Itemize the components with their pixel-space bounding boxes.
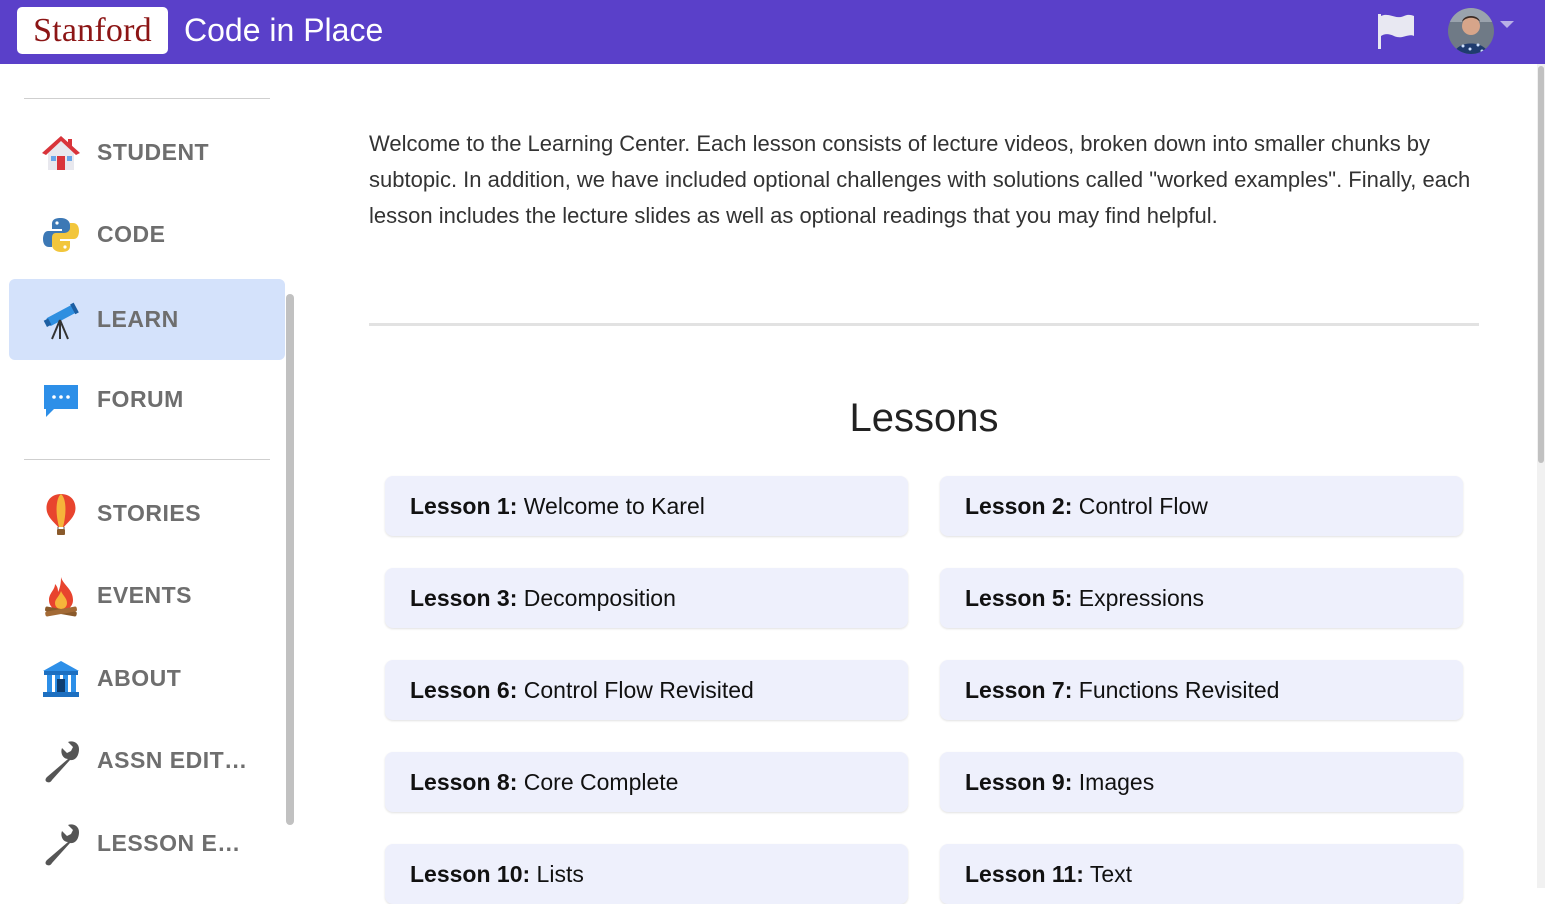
lesson-title: Lists xyxy=(536,860,584,887)
lesson-number: Lesson 5: xyxy=(965,584,1073,611)
lesson-title: Core Complete xyxy=(523,768,679,795)
sidebar-item-code[interactable]: CODE xyxy=(9,194,285,275)
sidebar-item-label: EVENTS xyxy=(97,582,193,608)
wrench-icon xyxy=(39,822,83,866)
sidebar-item-label: LEARN xyxy=(97,306,179,332)
sidebar-item-label: FORUM xyxy=(97,386,184,412)
wrench-icon xyxy=(39,739,83,783)
house-icon xyxy=(39,131,83,175)
telescope-icon xyxy=(39,298,83,342)
sidebar-divider xyxy=(24,459,270,460)
sidebar-item-assn-edit[interactable]: ASSN EDIT… xyxy=(9,720,285,801)
sidebar-item-label: ASSN EDIT… xyxy=(97,747,248,773)
lesson-card[interactable]: Lesson 3: Decomposition xyxy=(385,568,908,628)
lesson-title: Decomposition xyxy=(523,584,676,611)
sidebar-item-forum[interactable]: FORUM xyxy=(9,359,285,440)
sidebar-divider xyxy=(24,98,270,99)
lesson-number: Lesson 6: xyxy=(410,676,518,703)
intro-text: Welcome to the Learning Center. Each les… xyxy=(369,131,1471,228)
lesson-number: Lesson 10: xyxy=(410,860,531,887)
building-icon xyxy=(39,657,83,701)
sidebar-item-label: LESSON E… xyxy=(97,830,241,856)
lesson-title: Control Flow Revisited xyxy=(523,676,754,703)
stanford-logo[interactable]: Stanford xyxy=(17,7,168,54)
app-title[interactable]: Code in Place xyxy=(184,10,383,50)
lesson-number: Lesson 9: xyxy=(965,768,1073,795)
lesson-card[interactable]: Lesson 11: Text xyxy=(940,844,1463,904)
lesson-card[interactable]: Lesson 1: Welcome to Karel xyxy=(385,476,908,536)
lesson-card[interactable]: Lesson 10: Lists xyxy=(385,844,908,904)
lesson-number: Lesson 7: xyxy=(965,676,1073,703)
campfire-icon xyxy=(39,574,83,618)
sidebar-item-stories[interactable]: STORIES xyxy=(9,473,285,554)
lesson-title: Functions Revisited xyxy=(1078,676,1280,703)
lesson-title: Control Flow xyxy=(1078,492,1208,519)
balloon-icon xyxy=(39,492,83,536)
sidebar-scrollbar[interactable] xyxy=(286,294,294,825)
lesson-card[interactable]: Lesson 2: Control Flow xyxy=(940,476,1463,536)
sidebar-item-events[interactable]: EVENTS xyxy=(9,555,285,636)
logo-text: Stanford xyxy=(33,11,152,49)
avatar-image xyxy=(1448,8,1494,54)
lessons-heading: Lessons xyxy=(849,396,999,440)
sidebar-item-label: CODE xyxy=(97,221,166,247)
python-icon xyxy=(39,213,83,257)
lesson-card[interactable]: Lesson 5: Expressions xyxy=(940,568,1463,628)
lesson-title: Text xyxy=(1089,860,1133,887)
avatar[interactable] xyxy=(1448,8,1494,54)
lesson-number: Lesson 3: xyxy=(410,584,518,611)
page-scrollbar-thumb[interactable] xyxy=(1538,66,1544,463)
lesson-card[interactable]: Lesson 9: Images xyxy=(940,752,1463,812)
sidebar-item-label: ABOUT xyxy=(97,665,182,691)
lesson-number: Lesson 11: xyxy=(965,860,1084,887)
lesson-number: Lesson 2: xyxy=(965,492,1073,519)
lesson-title: Images xyxy=(1078,768,1155,795)
lesson-card[interactable]: Lesson 7: Functions Revisited xyxy=(940,660,1463,720)
flag-icon[interactable] xyxy=(1376,12,1416,50)
lesson-number: Lesson 8: xyxy=(410,768,518,795)
account-dropdown-caret[interactable] xyxy=(1500,21,1514,28)
lesson-title: Expressions xyxy=(1078,584,1205,611)
sidebar: STUDENT CODE LEARN FORUM STORIES EVENTS … xyxy=(0,64,300,888)
sidebar-item-student[interactable]: STUDENT xyxy=(9,112,285,193)
lesson-number: Lesson 1: xyxy=(410,492,518,519)
lesson-title: Welcome to Karel xyxy=(523,492,705,519)
sidebar-item-label: STUDENT xyxy=(97,139,210,165)
top-nav-bar: Stanford Code in Place xyxy=(0,0,1545,64)
section-divider xyxy=(369,323,1479,326)
sidebar-item-about[interactable]: ABOUT xyxy=(9,638,285,719)
lesson-card[interactable]: Lesson 8: Core Complete xyxy=(385,752,908,812)
sidebar-item-label: STORIES xyxy=(97,500,202,526)
chat-bubble-icon xyxy=(39,378,83,422)
lesson-card[interactable]: Lesson 6: Control Flow Revisited xyxy=(385,660,908,720)
sidebar-item-learn[interactable]: LEARN xyxy=(9,279,285,360)
sidebar-item-lesson-edit[interactable]: LESSON E… xyxy=(9,803,285,884)
